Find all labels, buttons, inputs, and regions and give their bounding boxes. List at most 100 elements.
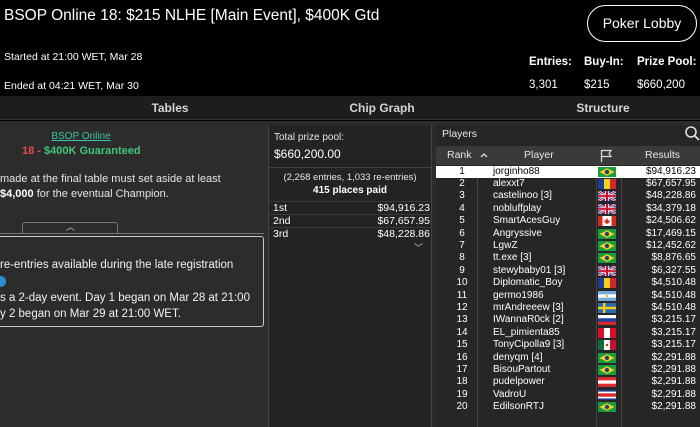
guarantee-line: 18 - $400K Guaranteed <box>22 145 141 157</box>
player-result: $2,291.88 <box>651 351 697 363</box>
flag-column-icon[interactable] <box>600 149 612 162</box>
gb-flag-icon <box>598 191 616 202</box>
player-rank: 15 <box>456 339 468 351</box>
br-flag-icon <box>598 364 616 375</box>
table-row[interactable]: 10 Diplomatic_Boy $4,510.48 <box>436 277 700 289</box>
table-row[interactable]: 9 stewybaby01 [3] $6,327.55 <box>436 265 700 277</box>
guarantee-number: 18 <box>22 145 35 157</box>
table-row[interactable]: 13 IWannaR0ck [2] $3,215.17 <box>436 314 700 326</box>
table-row[interactable]: 11 germo1986 $4,510.48 <box>436 290 700 302</box>
champion-note: made at the final table must set aside a… <box>0 172 221 202</box>
player-name: VadroU <box>493 388 527 400</box>
entries-label: Entries: <box>529 56 572 68</box>
player-result: $4,510.48 <box>651 277 697 289</box>
table-row[interactable]: 3 castelinoo [3] $48,228.86 <box>436 190 700 202</box>
poker-lobby-button[interactable]: Poker Lobby <box>587 5 697 42</box>
prize-amount: $67,657.95 <box>377 215 430 227</box>
player-result: $6,327.55 <box>651 264 697 276</box>
player-rank: 18 <box>456 376 468 388</box>
table-row[interactable]: 19 VadroU $2,291.88 <box>436 389 700 401</box>
player-rank: 11 <box>456 289 468 301</box>
player-name: Angryssive <box>493 227 542 239</box>
player-name: tt.exe [3] <box>493 252 532 264</box>
champion-note-rest: for the eventual Champion. <box>33 188 169 200</box>
search-icon[interactable] <box>684 125 700 141</box>
player-name: IWannaR0ck [2] <box>493 314 564 326</box>
total-prize-pool-label: Total prize pool: <box>274 132 345 143</box>
pe-flag-icon <box>598 327 616 338</box>
player-rank: 3 <box>459 190 465 202</box>
at-flag-icon <box>598 377 616 388</box>
table-row[interactable]: 2 alexxt7 $67,657.95 <box>436 178 700 190</box>
player-name: pudelpower <box>493 376 545 388</box>
player-rank: 19 <box>456 388 468 400</box>
info-line-1: re-entries available during the late reg… <box>0 259 234 271</box>
player-result: $2,291.88 <box>651 363 697 375</box>
table-row[interactable]: 6 Angryssive $17,469.15 <box>436 228 700 240</box>
tab-chip-graph[interactable]: Chip Graph <box>312 96 452 120</box>
tournament-header: BSOP Online 18: $215 NLHE [Main Event], … <box>0 0 700 96</box>
bsop-online-link[interactable]: BSOP Online <box>0 131 162 142</box>
table-row[interactable]: 4 nobluffplay $34,379.18 <box>436 203 700 215</box>
tab-structure[interactable]: Structure <box>533 96 673 120</box>
guarantee-text: $400K Guaranteed <box>44 145 141 157</box>
table-row[interactable]: 17 BisouPartout $2,291.88 <box>436 364 700 376</box>
ar-flag-icon <box>598 290 616 301</box>
prize-amount: $94,916.23 <box>377 202 430 214</box>
table-row[interactable]: 7 LgwZ $12,452.62 <box>436 240 700 252</box>
guarantee-separator: - <box>34 145 45 157</box>
prize-place: 3rd <box>273 228 289 240</box>
player-rank: 4 <box>459 202 465 214</box>
total-prize-pool-value: $660,200.00 <box>274 147 341 161</box>
player-name: denyqm [4] <box>493 351 543 363</box>
prize-place: 2nd <box>273 215 291 227</box>
divider <box>269 167 431 168</box>
gb-flag-icon <box>598 203 616 214</box>
tab-tables[interactable]: Tables <box>100 96 240 120</box>
info-line-3: y 2 began on Mar 29 at 21:00 WET. <box>0 308 181 320</box>
player-rank: 16 <box>456 351 468 363</box>
buyin-label: Buy-In: <box>584 56 624 68</box>
player-result: $8,876.65 <box>651 252 697 264</box>
player-name: jorginho88 <box>493 165 540 177</box>
se-flag-icon <box>598 302 616 313</box>
table-row[interactable]: 12 mrAndreeew [3] $4,510.48 <box>436 302 700 314</box>
ro-flag-icon <box>598 178 616 189</box>
chevron-down-icon[interactable]: ﹀ <box>414 241 423 254</box>
player-column-header[interactable]: Player <box>524 149 554 161</box>
table-row[interactable]: 1 jorginho88 $94,916.23 <box>436 165 700 178</box>
rank-column-header[interactable]: Rank <box>447 149 472 161</box>
player-name: Diplomatic_Boy <box>493 277 563 289</box>
table-row[interactable]: 5 SmartAcesGuy $24,506.62 <box>436 215 700 227</box>
table-row[interactable]: 14 EL_pimienta85 $3,215.17 <box>436 327 700 339</box>
player-result: $2,291.88 <box>651 376 697 388</box>
results-column-header[interactable]: Results <box>645 149 680 161</box>
table-row[interactable]: 16 denyqm [4] $2,291.88 <box>436 352 700 364</box>
player-rank: 9 <box>459 264 465 276</box>
prize-row: 2nd $67,657.95 <box>269 214 432 227</box>
buyin-value: $215 <box>584 79 610 91</box>
mx-flag-icon <box>598 340 616 351</box>
player-result: $24,506.62 <box>645 215 696 227</box>
player-rank: 14 <box>456 326 468 338</box>
sort-asc-icon[interactable] <box>480 152 488 158</box>
tab-bar: Tables Chip Graph Structure <box>0 96 700 120</box>
entries-value: 3,301 <box>529 79 558 91</box>
start-time: Started at 21:00 WET, Mar 28 <box>4 51 143 63</box>
player-name: alexxt7 <box>493 177 525 189</box>
table-row[interactable]: 18 pudelpower $2,291.88 <box>436 376 700 388</box>
table-row[interactable]: 20 EdilsonRTJ $2,291.88 <box>436 401 700 413</box>
player-name: EL_pimienta85 <box>493 326 560 338</box>
player-name: SmartAcesGuy <box>493 215 561 227</box>
player-result: $34,379.18 <box>645 202 696 214</box>
players-title: Players <box>442 128 478 140</box>
table-row[interactable]: 8 tt.exe [3] $8,876.65 <box>436 252 700 264</box>
player-rank: 2 <box>459 177 465 189</box>
player-result: $94,916.23 <box>645 165 696 177</box>
player-name: EdilsonRTJ <box>493 401 544 413</box>
br-flag-icon <box>598 402 616 413</box>
player-result: $48,228.86 <box>645 190 696 202</box>
player-result: $3,215.17 <box>651 339 697 351</box>
player-result: $2,291.88 <box>651 401 697 413</box>
table-row[interactable]: 15 TonyCipolla9 [3] $3,215.17 <box>436 339 700 351</box>
